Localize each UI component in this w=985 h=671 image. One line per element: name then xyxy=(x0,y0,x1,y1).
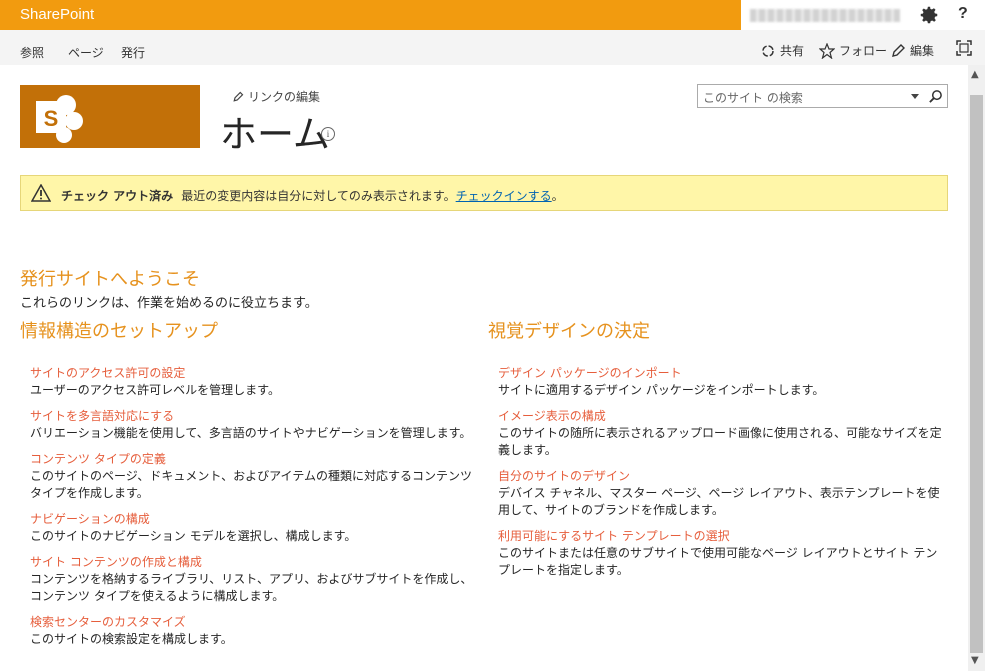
list-item: イメージ表示の構成 このサイトの随所に表示されるアップロード画像に使用される、可… xyxy=(488,408,948,459)
item-description: バリエーション機能を使用して、多言語のサイトやナビゲーションを管理します。 xyxy=(30,426,472,440)
tab-page[interactable]: ページ xyxy=(68,44,104,61)
image-renditions-link[interactable]: イメージ表示の構成 xyxy=(498,408,948,425)
site-content-link[interactable]: サイト コンテンツの作成と構成 xyxy=(30,554,480,571)
pencil-icon xyxy=(892,43,905,57)
tab-browse[interactable]: 参照 xyxy=(20,44,44,61)
design-manager-link[interactable]: 自分のサイトのデザイン xyxy=(498,468,948,485)
scroll-up-icon[interactable]: ▲ xyxy=(971,69,979,80)
item-description: このサイトまたは任意のサブサイトで使用可能なページ レイアウトとサイト テンプレ… xyxy=(498,546,938,577)
item-description: このサイトのページ、ドキュメント、およびアイテムの種類に対応するコンテンツ タイ… xyxy=(30,469,472,500)
brand-bar[interactable]: SharePoint xyxy=(0,0,741,30)
sharepoint-logo-icon: S xyxy=(36,95,83,143)
item-description: ユーザーのアクセス許可レベルを管理します。 xyxy=(30,383,280,397)
check-in-link[interactable]: チェックインする xyxy=(456,189,552,203)
ribbon: 参照 ページ 発行 共有 フォロー 編集 xyxy=(0,30,985,65)
edit-links-label: リンクの編集 xyxy=(248,90,321,104)
permissions-link[interactable]: サイトのアクセス許可の設定 xyxy=(30,365,480,382)
search-center-link[interactable]: 検索センターのカスタマイズ xyxy=(30,614,480,631)
page-title: ホーム xyxy=(220,113,330,156)
list-item: コンテンツ タイプの定義 このサイトのページ、ドキュメント、およびアイテムの種類… xyxy=(20,451,480,502)
follow-button[interactable]: フォロー xyxy=(819,42,887,59)
gear-icon[interactable] xyxy=(918,4,940,26)
list-item: サイト コンテンツの作成と構成 コンテンツを格納するライブラリ、リスト、アプリ、… xyxy=(20,554,480,605)
status-banner: チェック アウト済み 最近の変更内容は自分に対してのみ表示されます。チェックインす… xyxy=(20,175,948,211)
edit-links-button[interactable]: リンクの編集 xyxy=(232,88,320,105)
scrollbar[interactable]: ▲ ▼ xyxy=(968,65,985,671)
section-heading: 視覚デザインの決定 xyxy=(488,321,650,342)
search-box[interactable]: このサイト の検索 xyxy=(697,84,948,108)
site-templates-link[interactable]: 利用可能にするサイト テンプレートの選択 xyxy=(498,528,948,545)
item-description: デバイス チャネル、マスター ページ、ページ レイアウト、表示テンプレートを使用… xyxy=(498,486,940,517)
list-item: 自分のサイトのデザイン デバイス チャネル、マスター ページ、ページ レイアウト… xyxy=(488,468,948,519)
focus-icon[interactable] xyxy=(956,40,972,56)
status-message: 最近の変更内容は自分に対してのみ表示されます。 xyxy=(181,189,456,203)
multilingual-link[interactable]: サイトを多言語対応にする xyxy=(30,408,480,425)
item-description: コンテンツを格納するライブラリ、リスト、アプリ、およびサブサイトを作成し、コンテ… xyxy=(30,572,473,603)
svg-text:S: S xyxy=(44,106,59,131)
list-item: 検索センターのカスタマイズ このサイトの検索設定を構成します。 xyxy=(20,614,480,648)
import-design-link[interactable]: デザイン パッケージのインポート xyxy=(498,365,948,382)
brand-label[interactable]: SharePoint xyxy=(20,6,94,23)
user-name[interactable] xyxy=(750,9,900,22)
status-suffix: 。 xyxy=(551,189,564,203)
content-types-link[interactable]: コンテンツ タイプの定義 xyxy=(30,451,480,468)
navigation-link[interactable]: ナビゲーションの構成 xyxy=(30,511,480,528)
share-button[interactable]: 共有 xyxy=(760,42,804,59)
item-description: このサイトの検索設定を構成します。 xyxy=(30,632,233,646)
item-description: このサイトのナビゲーション モデルを選択し、構成します。 xyxy=(30,529,357,543)
welcome-title: 発行サイトへようこそ xyxy=(20,269,200,290)
info-icon[interactable]: i xyxy=(321,127,335,141)
share-icon xyxy=(762,44,774,57)
follow-label: フォロー xyxy=(839,44,888,58)
scroll-thumb[interactable] xyxy=(970,95,983,653)
scroll-down-icon[interactable]: ▼ xyxy=(971,655,979,666)
share-label: 共有 xyxy=(780,44,805,58)
info-architecture-section: 情報構造のセットアップ サイトのアクセス許可の設定 ユーザーのアクセス許可レベル… xyxy=(20,317,480,657)
suite-bar: SharePoint ? xyxy=(0,0,985,30)
help-icon[interactable]: ? xyxy=(958,5,968,23)
chevron-down-icon[interactable] xyxy=(911,94,919,99)
edit-button[interactable]: 編集 xyxy=(890,42,934,59)
edit-label: 編集 xyxy=(910,44,935,58)
section-heading: 情報構造のセットアップ xyxy=(20,321,218,342)
list-item: サイトを多言語対応にする バリエーション機能を使用して、多言語のサイトやナビゲー… xyxy=(20,408,480,442)
tab-publish[interactable]: 発行 xyxy=(121,44,145,61)
list-item: ナビゲーションの構成 このサイトのナビゲーション モデルを選択し、構成します。 xyxy=(20,511,480,545)
item-description: このサイトの随所に表示されるアップロード画像に使用される、可能なサイズを定義しま… xyxy=(498,426,942,457)
welcome-subtitle: これらのリンクは、作業を始めるのに役立ちます。 xyxy=(20,296,318,311)
list-item: デザイン パッケージのインポート サイトに適用するデザイン パッケージをインポー… xyxy=(488,365,948,399)
site-logo[interactable]: S xyxy=(20,85,200,148)
visual-design-section: 視覚デザインの決定 デザイン パッケージのインポート サイトに適用するデザイン … xyxy=(488,317,948,588)
list-item: サイトのアクセス許可の設定 ユーザーのアクセス許可レベルを管理します。 xyxy=(20,365,480,399)
search-input[interactable]: このサイト の検索 xyxy=(703,89,803,106)
warning-icon xyxy=(31,184,51,202)
star-icon xyxy=(819,42,835,59)
search-icon[interactable] xyxy=(928,89,943,104)
status-label: チェック アウト済み xyxy=(61,189,174,203)
pencil-icon xyxy=(233,91,244,102)
list-item: 利用可能にするサイト テンプレートの選択 このサイトまたは任意のサブサイトで使用… xyxy=(488,528,948,579)
item-description: サイトに適用するデザイン パッケージをインポートします。 xyxy=(498,383,825,397)
